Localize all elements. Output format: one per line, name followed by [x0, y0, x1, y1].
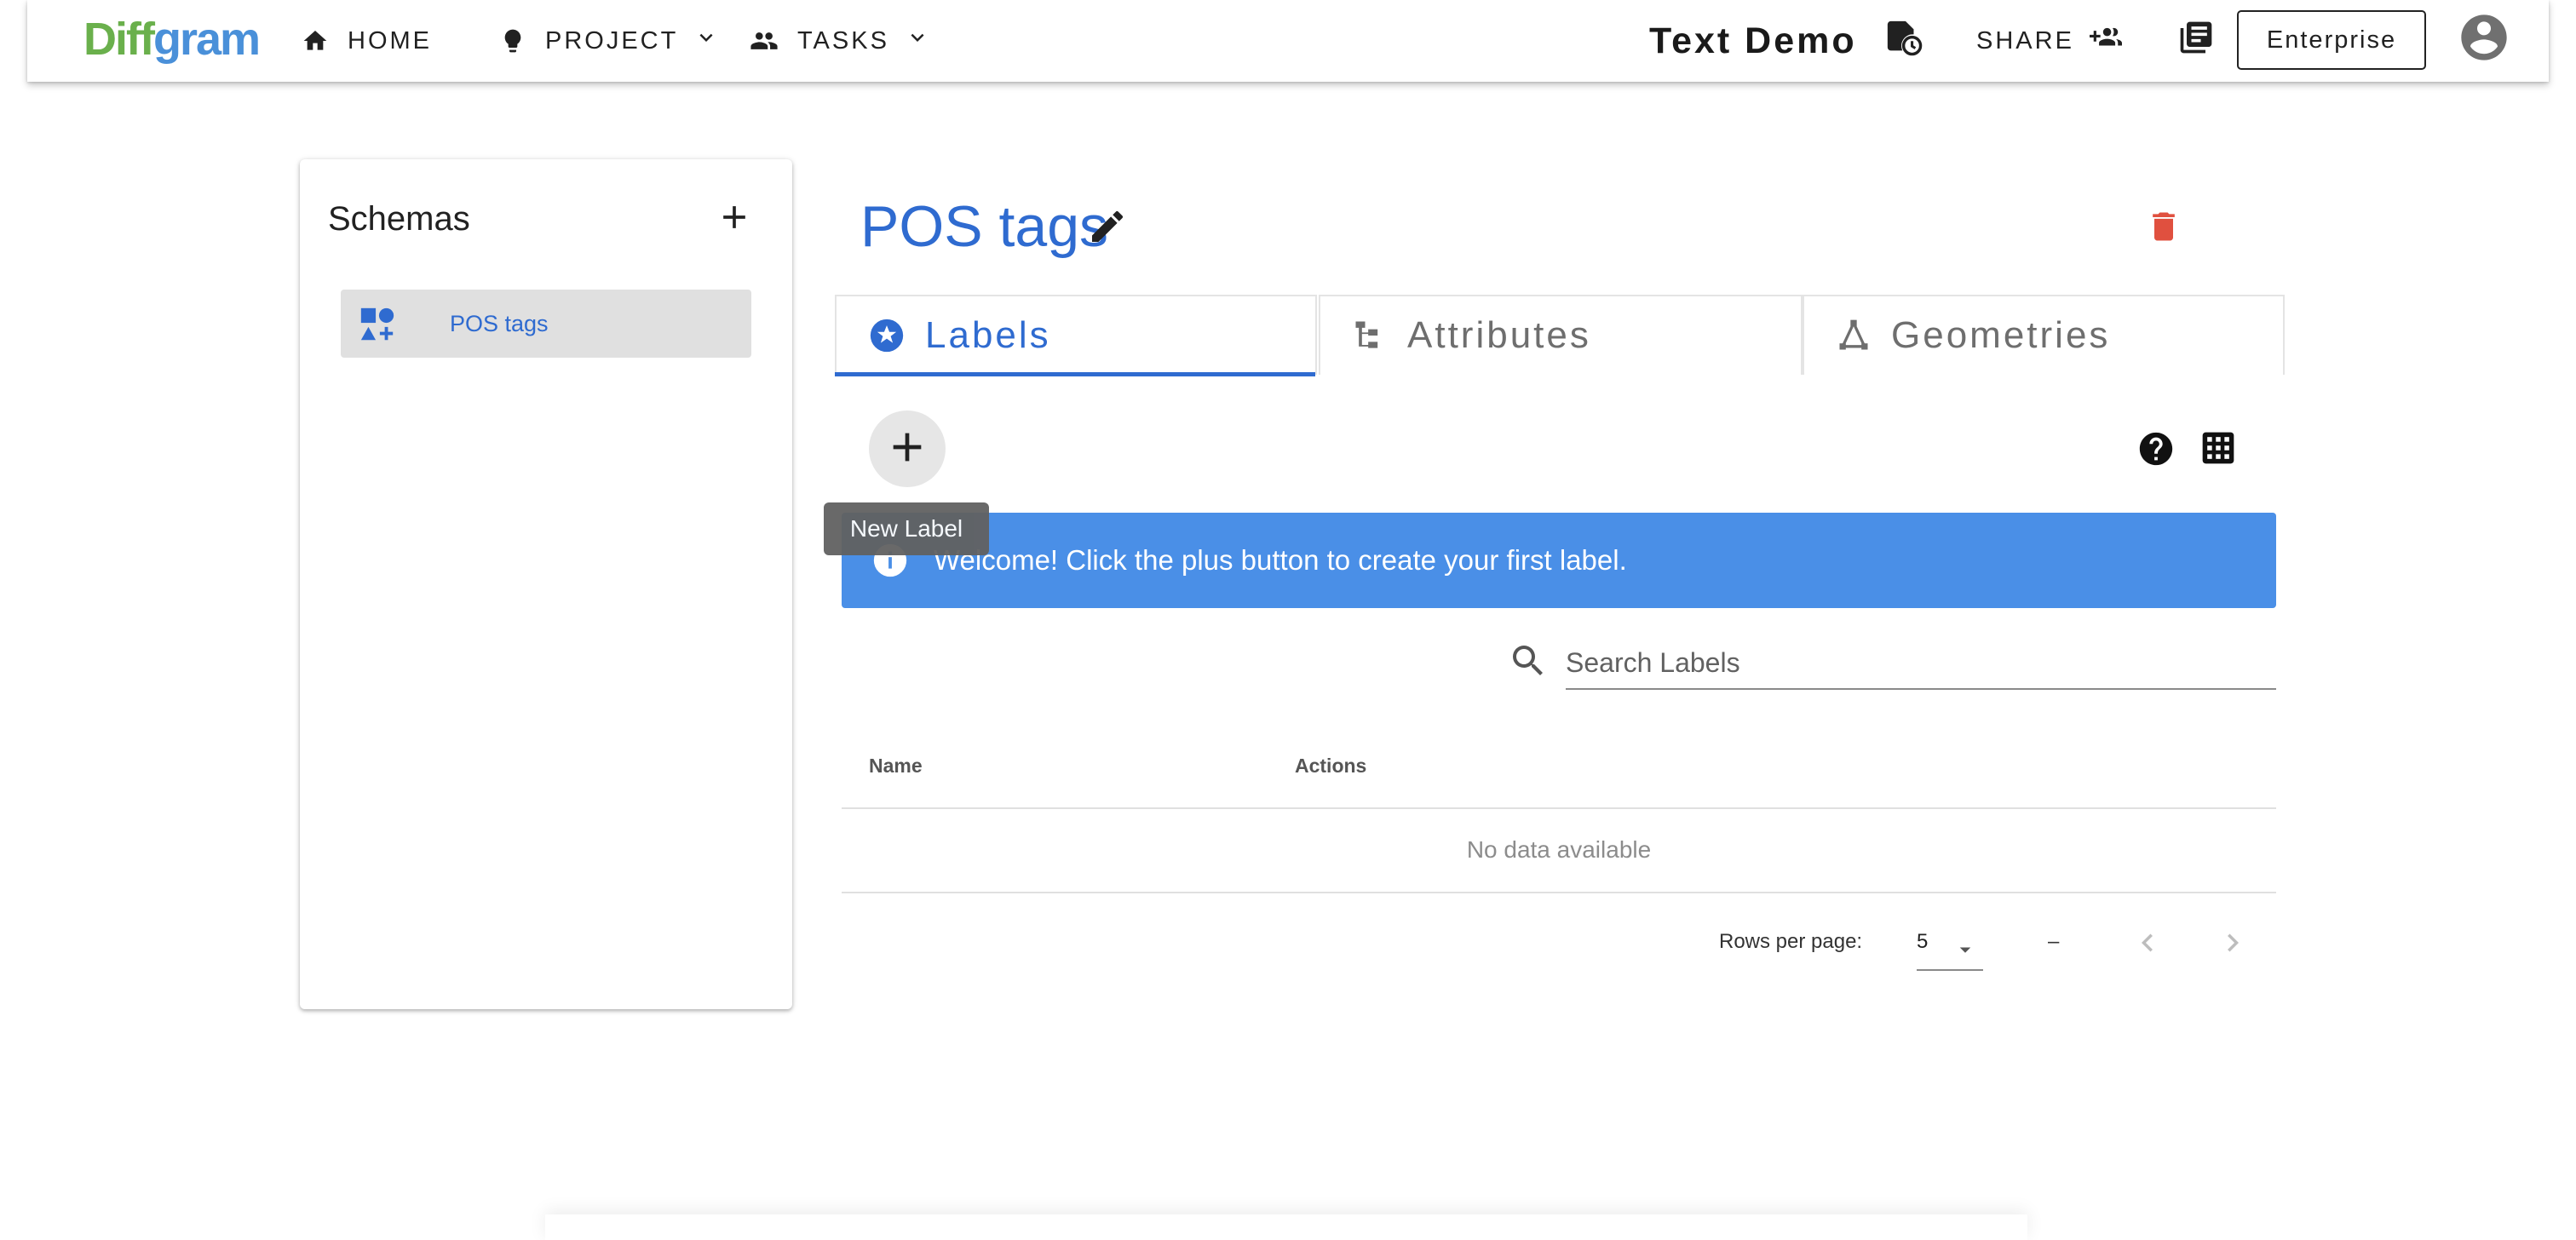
- rows-per-page-label: Rows per page:: [1719, 930, 1863, 953]
- plus-icon: [716, 206, 753, 239]
- chevron-right-icon: [2215, 933, 2251, 964]
- library-button[interactable]: [2177, 0, 2215, 82]
- help-button[interactable]: [2136, 429, 2176, 473]
- chevron-left-icon: [2130, 933, 2165, 964]
- nav-project-button[interactable]: PROJECT: [499, 0, 719, 82]
- grid-icon: [2199, 432, 2237, 470]
- pencil-icon: [1087, 210, 1128, 250]
- shapes-icon: [358, 305, 397, 344]
- tab-attributes[interactable]: Attributes: [1319, 295, 1803, 375]
- history-button[interactable]: [1884, 0, 1923, 82]
- search-labels-input[interactable]: [1566, 637, 2276, 690]
- star-circle-icon: [867, 316, 906, 355]
- account-avatar-button[interactable]: [2457, 0, 2511, 82]
- file-tree-icon: [1351, 317, 1389, 354]
- new-label-button[interactable]: [869, 410, 946, 487]
- bottom-shadow: [545, 1214, 2027, 1240]
- nav-home-label: HOME: [348, 26, 432, 55]
- trash-icon: [2145, 212, 2182, 249]
- enterprise-button[interactable]: Enterprise: [2237, 10, 2426, 70]
- help-circle-icon: [2136, 432, 2176, 472]
- nav-tasks-button[interactable]: TASKS: [750, 0, 930, 82]
- chevron-down-icon: [693, 25, 719, 57]
- group-add-icon: [2089, 21, 2122, 60]
- logo-text-gram: gram: [152, 14, 261, 65]
- account-circle-icon: [2457, 10, 2511, 72]
- schemas-panel: Schemas POS tags: [300, 159, 792, 1009]
- next-page-button[interactable]: [2215, 925, 2251, 965]
- schemas-title: Schemas: [328, 200, 470, 238]
- vector-polygon-icon: [1835, 317, 1872, 354]
- previous-page-button[interactable]: [2130, 925, 2165, 965]
- plus-icon: [883, 423, 931, 475]
- tab-labels-label: Labels: [925, 314, 1051, 356]
- info-alert: Welcome! Click the plus button to create…: [842, 513, 2276, 608]
- home-icon: [302, 27, 329, 55]
- library-books-icon: [2177, 19, 2215, 63]
- page-info: –: [2048, 930, 2060, 953]
- schema-item-pos-tags[interactable]: POS tags: [341, 290, 751, 358]
- delete-schema-button[interactable]: [2145, 208, 2182, 250]
- tab-geometries-label: Geometries: [1891, 314, 2111, 356]
- add-schema-button[interactable]: [716, 198, 753, 240]
- table-empty-message: No data available: [1466, 836, 1652, 863]
- file-clock-icon: [1884, 18, 1923, 64]
- rows-per-page-value: 5: [1917, 930, 1929, 953]
- tab-attributes-label: Attributes: [1407, 314, 1591, 356]
- nav-project-label: PROJECT: [545, 26, 679, 55]
- lightbulb-icon: [499, 27, 526, 55]
- active-tab-indicator: [835, 372, 1315, 376]
- people-icon: [750, 26, 779, 55]
- column-header-name[interactable]: Name: [869, 755, 923, 778]
- schema-item-label: POS tags: [450, 311, 549, 336]
- project-title: Text Demo: [1649, 20, 1857, 61]
- share-button[interactable]: SHARE: [1976, 0, 2122, 82]
- grid-view-button[interactable]: [2199, 429, 2237, 471]
- diffgram-logo[interactable]: Diffgram: [83, 12, 261, 66]
- share-label: SHARE: [1976, 26, 2074, 55]
- chevron-down-icon: [905, 25, 930, 57]
- schema-tabs: Labels Attributes Geometries: [835, 295, 2285, 376]
- table-footer-divider: [842, 892, 2276, 893]
- new-label-tooltip: New Label: [824, 502, 989, 555]
- edit-title-button[interactable]: [1087, 206, 1128, 251]
- schema-title: POS tags: [860, 194, 1109, 259]
- tab-geometries[interactable]: Geometries: [1803, 295, 2285, 375]
- top-app-bar: Diffgram HOME PROJECT TASKS Text Demo SH…: [27, 0, 2549, 82]
- alert-text: Welcome! Click the plus button to create…: [934, 544, 1627, 576]
- tab-labels[interactable]: Labels: [835, 295, 1317, 375]
- rows-per-page-select[interactable]: 5: [1917, 921, 1983, 971]
- column-header-actions: Actions: [1295, 755, 1367, 777]
- nav-tasks-label: TASKS: [797, 26, 889, 55]
- logo-text-diff: Diff: [83, 14, 155, 65]
- caret-down-icon: [1952, 937, 1978, 967]
- search-icon: [1508, 640, 1549, 686]
- nav-home-button[interactable]: HOME: [302, 0, 432, 82]
